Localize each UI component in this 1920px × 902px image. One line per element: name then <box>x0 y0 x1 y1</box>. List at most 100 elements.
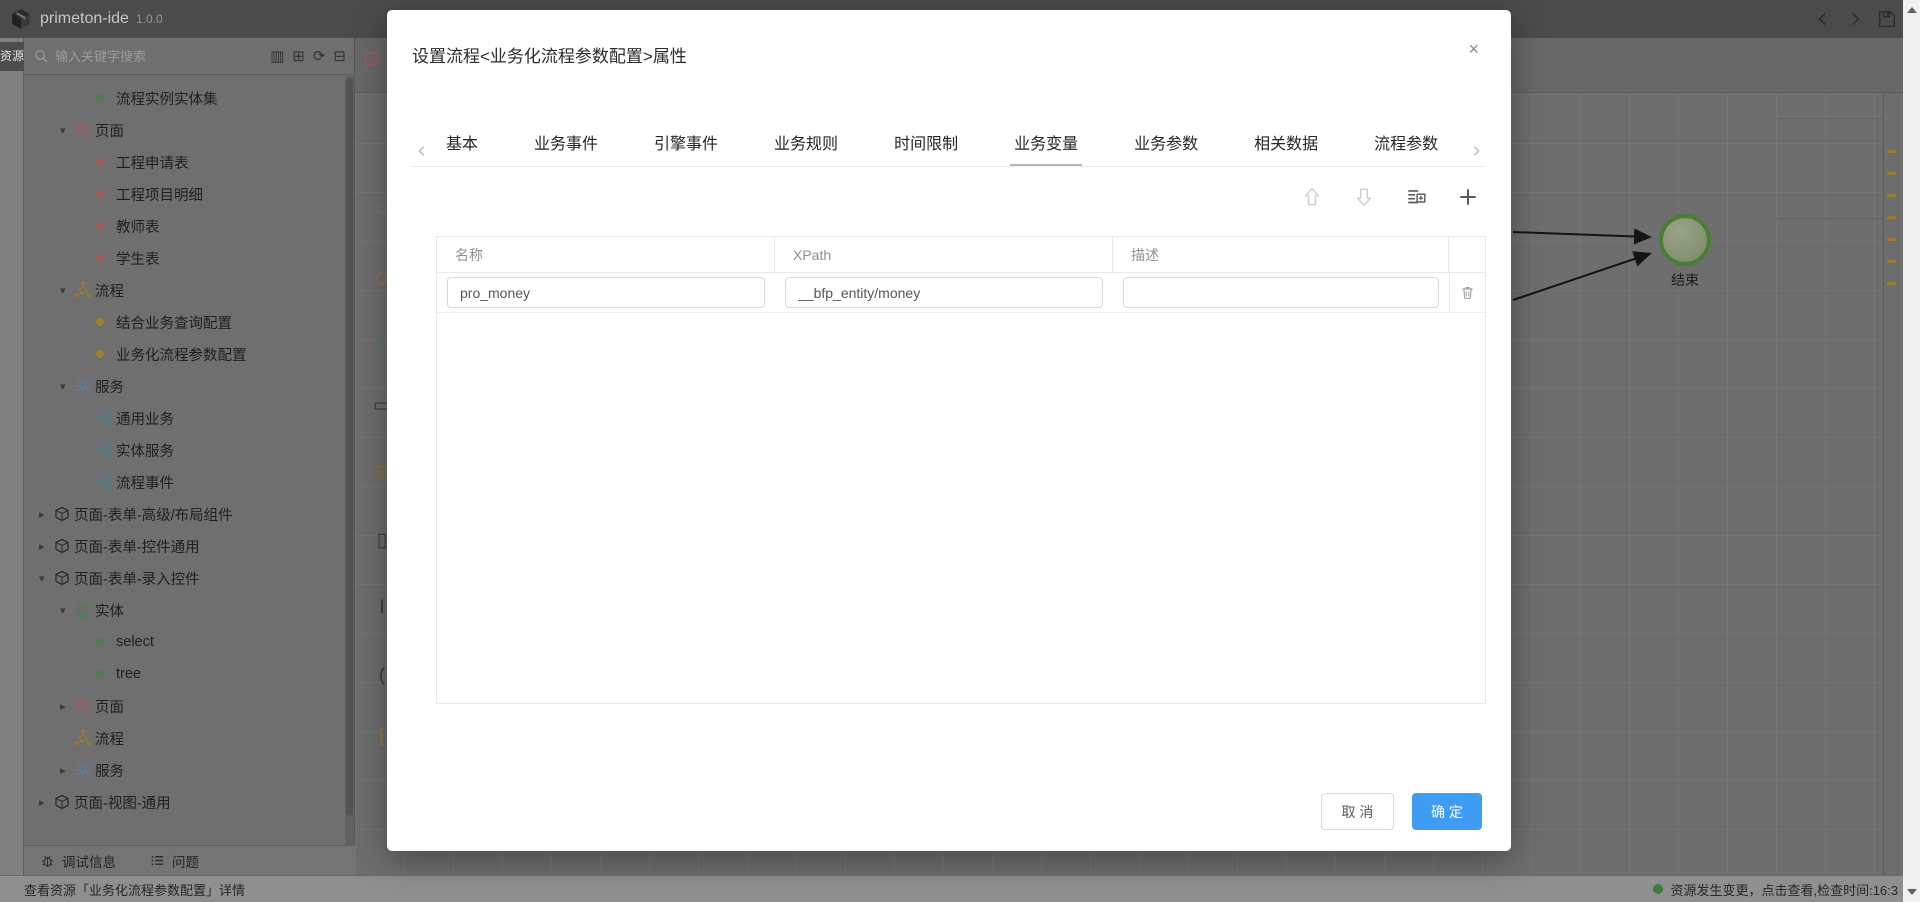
tree-item[interactable]: 学生表 <box>24 242 345 274</box>
problems-button[interactable]: 问题 <box>150 851 199 871</box>
node-dot-icon <box>96 190 116 198</box>
tree-item[interactable]: ▾流程 <box>24 274 345 306</box>
tree-item-label: 学生表 <box>116 248 160 269</box>
add-row-button[interactable] <box>1457 186 1479 208</box>
dialog-tabs: 基本业务事件引擎事件业务规则时间限制业务变量业务参数相关数据流程参数流 <box>412 122 1486 167</box>
move-down-button[interactable] <box>1353 186 1375 208</box>
collapse-arrow-icon[interactable]: ▸ <box>60 764 75 777</box>
cancel-button[interactable]: 取 消 <box>1321 793 1394 830</box>
expand-arrow-icon[interactable]: ▾ <box>39 572 54 585</box>
batch-add-button[interactable] <box>1405 186 1427 208</box>
column-header: 描述 <box>1113 237 1449 272</box>
tab-1[interactable]: 业务事件 <box>534 130 598 166</box>
move-up-button[interactable] <box>1301 186 1323 208</box>
collapse-all-icon[interactable]: ⊟ <box>333 49 346 64</box>
tree-item[interactable]: ▸服务 <box>24 754 345 786</box>
collapse-arrow-icon[interactable]: ▸ <box>39 508 54 521</box>
tab-4[interactable]: 时间限制 <box>894 130 958 166</box>
scroll-down-icon[interactable] <box>1907 889 1917 895</box>
tab-7[interactable]: 相关数据 <box>1254 130 1318 166</box>
tree-item[interactable]: 流程 <box>24 722 345 754</box>
window-scrollbar[interactable] <box>1903 0 1920 902</box>
expand-arrow-icon[interactable]: ▾ <box>60 604 75 617</box>
sidebar-scrollbar[interactable] <box>345 76 354 845</box>
tree-item-label: 流程实例实体集 <box>116 88 218 109</box>
status-right-text: 资源发生变更，点击查看,检查时间:16:3 <box>1670 880 1898 899</box>
tree-item[interactable]: 结合业务查询配置 <box>24 306 345 338</box>
debug-info-button[interactable]: 调试信息 <box>40 851 116 871</box>
tabs-scroll-right-icon[interactable] <box>1466 136 1486 166</box>
tree-item[interactable]: ▾实体 <box>24 594 345 626</box>
tree-item[interactable]: ▸页面 <box>24 690 345 722</box>
collapse-arrow-icon[interactable]: ▸ <box>60 700 75 713</box>
variable-toolbar <box>1301 186 1479 208</box>
expand-arrow-icon[interactable]: ▾ <box>60 380 75 393</box>
node-dot-icon <box>96 350 116 358</box>
add-folder-icon[interactable]: ⊞ <box>292 49 305 64</box>
tab-8[interactable]: 流程参数 <box>1374 130 1438 166</box>
app-logo-icon <box>10 8 32 30</box>
tab-6[interactable]: 业务参数 <box>1134 130 1198 166</box>
node-dot-icon <box>96 254 116 262</box>
tree-item-label: 流程事件 <box>116 472 174 493</box>
back-icon[interactable] <box>1814 10 1832 28</box>
tree-item[interactable]: 工程申请表 <box>24 146 345 178</box>
tree-item[interactable]: 通用业务 <box>24 402 345 434</box>
tree-item[interactable]: 教师表 <box>24 210 345 242</box>
tree-item[interactable]: ▸页面-表单-高级/布局组件 <box>24 498 345 530</box>
minimap-dash <box>1887 194 1896 197</box>
tree-item[interactable]: ▸ 页面-视图-通用 <box>24 786 345 818</box>
table-row <box>437 273 1485 313</box>
tab-3[interactable]: 业务规则 <box>774 130 838 166</box>
tree-item-label: 工程申请表 <box>116 152 189 173</box>
xpath-input[interactable] <box>785 277 1103 308</box>
tree-item[interactable]: 流程实例实体集 <box>24 82 345 114</box>
tab-2[interactable]: 引擎事件 <box>654 130 718 166</box>
tree-item[interactable]: ▾页面-表单-录入控件 <box>24 562 345 594</box>
collapse-arrow-icon[interactable]: ▸ <box>39 796 54 809</box>
bottom-panel-bar: 调试信息 问题 <box>24 845 355 875</box>
resource-change-notice[interactable]: 资源发生变更，点击查看,检查时间:16:3 <box>1653 880 1898 899</box>
tree-item-label: 页面-视图-通用 <box>74 792 171 813</box>
tabs-scroll-left-icon[interactable] <box>412 136 432 166</box>
forward-icon[interactable] <box>1846 10 1864 28</box>
activity-bar: 资源 <box>0 38 24 875</box>
list-icon <box>150 853 165 868</box>
name-input[interactable] <box>447 277 765 308</box>
tree-item[interactable]: 工程项目明细 <box>24 178 345 210</box>
problems-label: 问题 <box>172 851 199 871</box>
tree-item-label: 通用业务 <box>116 408 174 429</box>
node-dot-icon <box>96 94 116 102</box>
collapse-arrow-icon[interactable]: ▸ <box>39 540 54 553</box>
expand-arrow-icon[interactable]: ▾ <box>60 284 75 297</box>
search-input[interactable] <box>55 49 270 64</box>
tree-item[interactable]: 实体服务 <box>24 434 345 466</box>
node-dot-icon <box>96 318 116 326</box>
expand-arrow-icon[interactable]: ▾ <box>60 124 75 137</box>
tree-item[interactable]: 业务化流程参数配置 <box>24 338 345 370</box>
save-icon[interactable] <box>1878 10 1896 28</box>
gear-icon <box>75 762 95 778</box>
import-file-icon[interactable]: ▥ <box>270 49 284 64</box>
refresh-icon[interactable]: ⟳ <box>313 49 326 64</box>
tab-active[interactable]: 业务变量 <box>1014 130 1078 166</box>
page-icon <box>75 122 95 138</box>
tree-item[interactable]: 流程事件 <box>24 466 345 498</box>
end-node[interactable] <box>1659 214 1711 266</box>
ok-button[interactable]: 确 定 <box>1412 793 1482 830</box>
tree-item[interactable]: tree <box>24 658 345 690</box>
actions-column-header <box>1449 237 1485 272</box>
tree-item[interactable]: ▸页面-表单-控件通用 <box>24 530 345 562</box>
tab-0[interactable]: 基本 <box>446 130 478 166</box>
close-icon[interactable]: × <box>1468 40 1479 58</box>
desc-input[interactable] <box>1123 277 1439 308</box>
tree-item[interactable]: ▾页面 <box>24 114 345 146</box>
tree-item[interactable]: ▾服务 <box>24 370 345 402</box>
scroll-up-icon[interactable] <box>1907 7 1917 13</box>
service-icon <box>96 442 116 458</box>
activity-tab-resources[interactable]: 资源 <box>0 42 24 71</box>
tree-item[interactable]: select <box>24 626 345 658</box>
status-green-dot-icon <box>1653 884 1663 894</box>
delete-row-icon[interactable] <box>1460 285 1475 300</box>
tree-item-label: 教师表 <box>116 216 160 237</box>
